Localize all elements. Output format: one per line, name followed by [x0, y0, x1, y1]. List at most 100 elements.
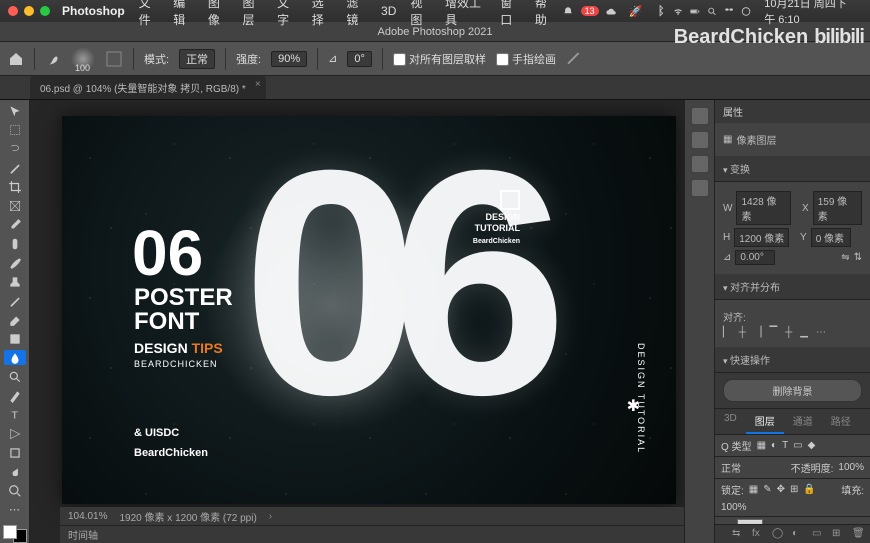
align-bottom-icon[interactable]: ▁ — [800, 327, 808, 338]
properties-tab[interactable]: 属性 — [715, 100, 870, 123]
delete-layer-icon[interactable]: 🗑 — [852, 528, 864, 540]
lock-paint-icon[interactable]: ✎ — [763, 484, 771, 495]
quick-actions-section[interactable]: 快速操作 — [715, 347, 870, 373]
timeline-panel-tab[interactable]: 时间轴 — [60, 525, 684, 543]
layer-filter-kind[interactable]: Q 类型 — [721, 438, 752, 453]
stamp-tool[interactable] — [4, 275, 26, 290]
zoom-tool[interactable] — [4, 483, 26, 498]
sample-all-layers-checkbox[interactable]: 对所有图层取样 — [393, 51, 486, 67]
blend-mode-select[interactable]: 正常 — [179, 49, 215, 69]
brush-settings-icon[interactable] — [105, 50, 123, 68]
menu-plugins[interactable]: 增效工具 — [439, 0, 492, 28]
shape-tool[interactable] — [4, 445, 26, 460]
move-tool[interactable] — [4, 104, 26, 119]
control-center-icon[interactable] — [724, 5, 734, 18]
adjustment-layer-icon[interactable]: ◐ — [792, 528, 804, 540]
edit-toolbar[interactable]: ⋯ — [4, 502, 26, 517]
lock-pos-icon[interactable]: ✥ — [777, 484, 785, 495]
crop-tool[interactable] — [4, 180, 26, 195]
lock-nest-icon[interactable]: ⊞ — [790, 484, 798, 495]
lock-all-icon[interactable]: 🔒 — [803, 484, 815, 495]
finger-painting-checkbox[interactable]: 手指绘画 — [496, 51, 556, 67]
gradient-tool[interactable] — [4, 331, 26, 346]
menubar-clock[interactable]: 10月21日 周四下午 6:10 — [758, 0, 862, 27]
document-canvas[interactable]: 06 06 POSTER FONT DESIGN TIPS BEARDCHICK… — [62, 116, 676, 504]
search-icon[interactable] — [707, 5, 717, 18]
panel-icon-2[interactable] — [692, 132, 708, 148]
hand-tool[interactable] — [4, 464, 26, 479]
path-tool[interactable] — [4, 426, 26, 441]
tab-paths[interactable]: 路径 — [822, 409, 860, 434]
y-input[interactable]: 0 像素 — [811, 228, 851, 247]
align-vcenter-icon[interactable]: ┼ — [785, 327, 792, 338]
layer-row[interactable]: 👁失量智能对象 — [715, 517, 870, 524]
menu-select[interactable]: 选择 — [306, 0, 339, 28]
zoom-level[interactable]: 104.01% — [68, 511, 107, 522]
remove-background-button[interactable]: 删除背景 — [723, 379, 862, 402]
smudge-tool[interactable] — [4, 350, 26, 365]
menu-help[interactable]: 帮助 — [529, 0, 562, 28]
menu-type[interactable]: 文字 — [271, 0, 304, 28]
document-tab[interactable]: 06.psd @ 104% (失量智能对象 拷贝, RGB/8) *× — [30, 76, 266, 99]
filter-shape-icon[interactable]: ▭ — [793, 440, 802, 451]
smudge-tool-icon[interactable] — [45, 51, 61, 67]
lock-trans-icon[interactable]: ▦ — [749, 484, 758, 495]
align-section[interactable]: 对齐并分布 — [715, 274, 870, 300]
eraser-tool[interactable] — [4, 312, 26, 327]
layer-mask-icon[interactable]: ◯ — [772, 528, 784, 540]
siri-icon[interactable] — [741, 5, 751, 18]
pen-tool[interactable] — [4, 388, 26, 403]
panel-icon-3[interactable] — [692, 156, 708, 172]
notification-icon[interactable] — [563, 5, 573, 18]
group-icon[interactable]: ▭ — [812, 528, 824, 540]
rocket-icon[interactable]: 🚀 — [623, 5, 649, 18]
close-tab-icon[interactable]: × — [255, 79, 261, 90]
panel-icon-1[interactable] — [692, 108, 708, 124]
align-left-icon[interactable]: ▏ — [723, 327, 731, 338]
filter-smart-icon[interactable]: ◆ — [808, 440, 816, 451]
panel-icon-4[interactable] — [692, 180, 708, 196]
battery-icon[interactable] — [690, 5, 700, 18]
menu-layer[interactable]: 图层 — [237, 0, 270, 28]
history-brush-tool[interactable] — [4, 294, 26, 309]
menu-edit[interactable]: 编辑 — [167, 0, 200, 28]
opacity-input[interactable]: 100% — [838, 462, 864, 473]
layer-fx-icon[interactable]: fx — [752, 528, 764, 540]
angle-input[interactable]: 0° — [347, 51, 372, 67]
wand-tool[interactable] — [4, 161, 26, 176]
height-input[interactable]: 1200 像素 — [734, 228, 789, 247]
link-layers-icon[interactable]: ⇆ — [732, 528, 744, 540]
tab-layers[interactable]: 图层 — [746, 409, 784, 434]
filter-adjust-icon[interactable]: ◐ — [771, 440, 777, 451]
lasso-tool[interactable] — [4, 142, 26, 157]
brush-preview[interactable]: 100 — [71, 47, 95, 71]
fill-input[interactable]: 100% — [721, 502, 747, 513]
canvas-area[interactable]: 06 06 POSTER FONT DESIGN TIPS BEARDCHICK… — [30, 100, 684, 543]
flip-h-icon[interactable]: ⇋ — [841, 252, 849, 263]
strength-input[interactable]: 90% — [271, 51, 307, 67]
foreground-color[interactable] — [3, 525, 17, 539]
tab-3d[interactable]: 3D — [715, 409, 746, 434]
dodge-tool[interactable] — [4, 369, 26, 384]
x-input[interactable]: 159 像素 — [813, 191, 862, 225]
type-tool[interactable]: T — [4, 407, 26, 422]
eyedropper-tool[interactable] — [4, 218, 26, 233]
blend-mode[interactable]: 正常 — [721, 460, 741, 475]
menu-filter[interactable]: 滤镜 — [340, 0, 373, 28]
brush-tool[interactable] — [4, 256, 26, 271]
app-name[interactable]: Photoshop — [62, 4, 125, 18]
angle-input[interactable]: 0.00° — [735, 250, 775, 265]
zoom-window-icon[interactable] — [40, 6, 50, 16]
heal-tool[interactable] — [4, 237, 26, 252]
frame-tool[interactable] — [4, 199, 26, 214]
color-swatches[interactable] — [3, 525, 27, 543]
menu-image[interactable]: 图像 — [202, 0, 235, 28]
align-more-icon[interactable]: ⋯ — [816, 327, 826, 338]
align-hcenter-icon[interactable]: ┼ — [739, 327, 746, 338]
bluetooth-icon[interactable] — [655, 5, 665, 18]
minimize-window-icon[interactable] — [24, 6, 34, 16]
tab-channels[interactable]: 通道 — [784, 409, 822, 434]
menu-window[interactable]: 窗口 — [494, 0, 527, 28]
transform-section[interactable]: 变换 — [715, 156, 870, 182]
cloud-icon[interactable] — [606, 5, 616, 18]
